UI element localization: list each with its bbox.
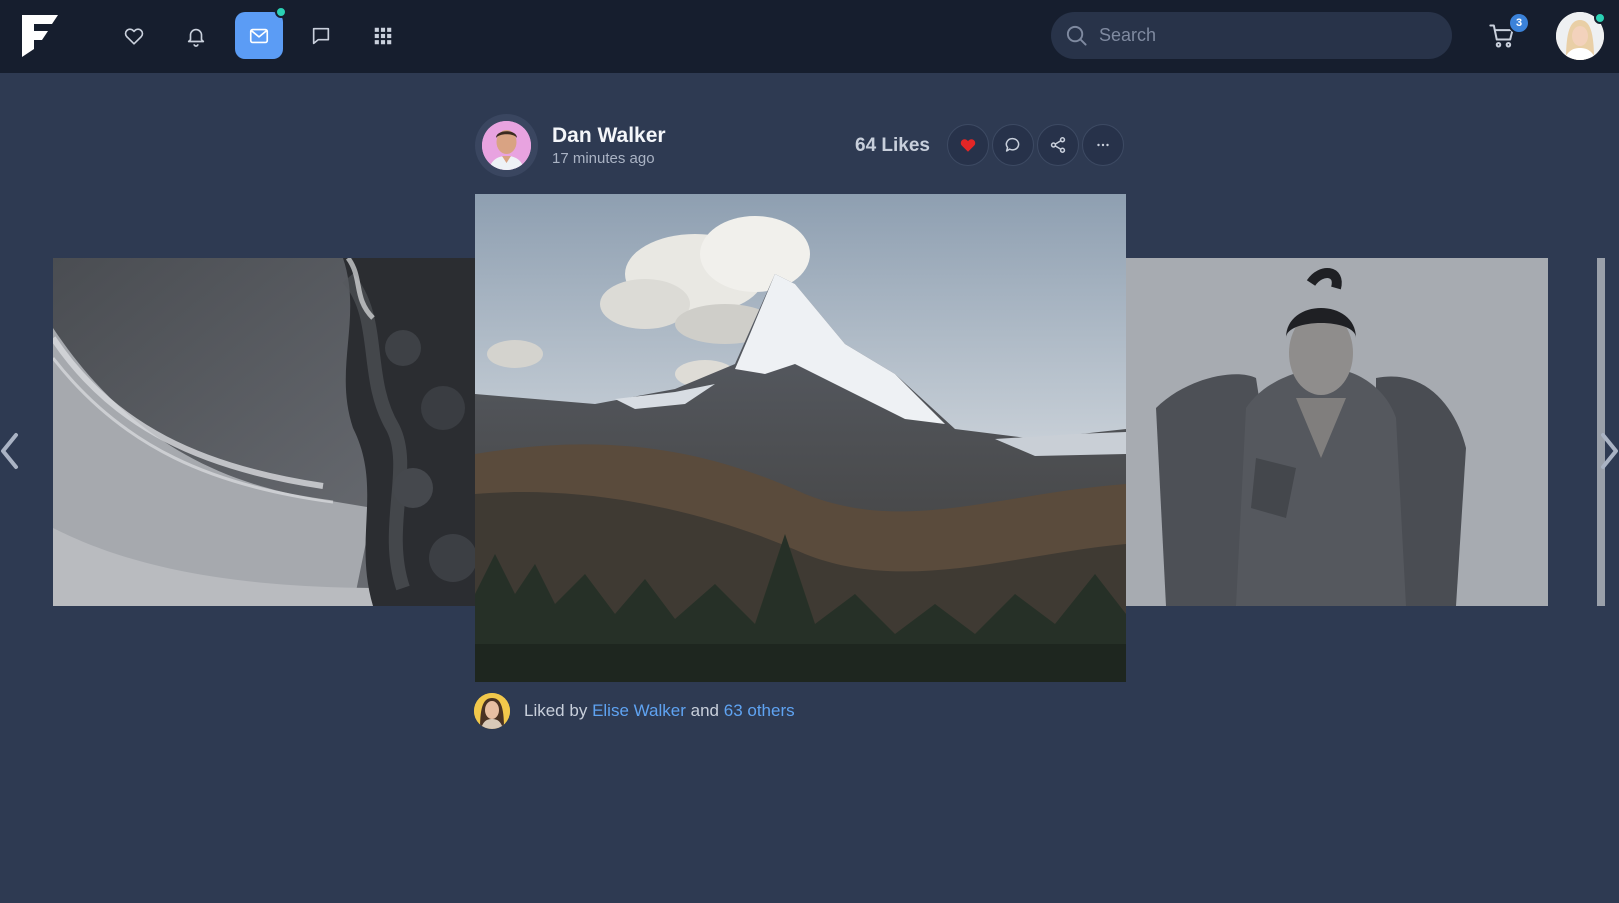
nav-messages-button[interactable]: [235, 6, 287, 59]
share-button[interactable]: [1037, 124, 1079, 166]
top-navbar: 3: [0, 0, 1619, 73]
comment-icon: [1005, 137, 1020, 152]
slide-image-beach[interactable]: [53, 258, 475, 606]
slider-next-arrow[interactable]: [1599, 432, 1619, 470]
nav-apps-button[interactable]: [359, 12, 407, 59]
slide-image-mountain-active[interactable]: [475, 194, 1126, 682]
user-online-dot: [1594, 12, 1606, 24]
post-timestamp: 17 minutes ago: [552, 150, 655, 167]
app-logo[interactable]: [22, 15, 58, 57]
nav-chat-button[interactable]: [297, 12, 345, 59]
liked-by-text: Liked by Elise Walker and 63 others: [524, 701, 795, 721]
portrait-image: [1126, 258, 1548, 606]
nav-favorites-button[interactable]: [110, 12, 158, 59]
share-icon: [1050, 137, 1066, 153]
mail-icon: [249, 28, 269, 43]
slider-prev-arrow[interactable]: [0, 432, 20, 470]
post-author-avatar[interactable]: [475, 114, 538, 177]
chevron-right-icon: [1601, 433, 1618, 469]
likes-count: 64 Likes: [855, 135, 930, 156]
apps-grid-icon: [374, 27, 392, 44]
liked-by-and: and: [690, 701, 720, 720]
like-button[interactable]: [947, 124, 989, 166]
slide-image-portrait[interactable]: [1126, 258, 1548, 606]
search-icon: [1066, 25, 1087, 46]
online-dot: [275, 6, 287, 18]
liked-by-prefix: Liked by: [524, 701, 588, 720]
heart-filled-icon: [960, 139, 976, 152]
comment-button[interactable]: [992, 124, 1034, 166]
liker-avatar[interactable]: [474, 693, 510, 729]
beach-aerial-image: [53, 258, 475, 606]
more-horizontal-icon: [1097, 143, 1109, 147]
bell-icon: [187, 28, 205, 47]
search-input[interactable]: [1099, 12, 1439, 59]
chat-icon: [312, 27, 330, 44]
liked-by-user-link[interactable]: Elise Walker: [592, 701, 686, 720]
heart-icon: [124, 27, 144, 45]
nav-notifications-button[interactable]: [172, 12, 220, 59]
cart-button[interactable]: 3: [1488, 12, 1530, 52]
cart-count-badge: 3: [1508, 12, 1530, 34]
mountain-image: [475, 194, 1126, 682]
post-author-name[interactable]: Dan Walker: [552, 124, 666, 148]
liked-by-others-link[interactable]: 63 others: [724, 701, 795, 720]
search-bar: [1051, 12, 1452, 59]
more-options-button[interactable]: [1082, 124, 1124, 166]
chevron-left-icon: [1, 433, 18, 469]
